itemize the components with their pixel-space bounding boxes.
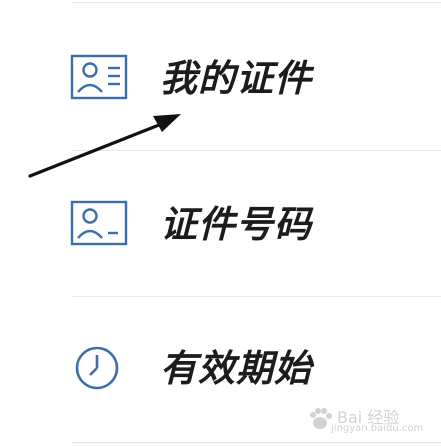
menu-item-id-number[interactable]: 证件号码 <box>0 196 441 256</box>
id-card-lines-icon <box>70 54 128 102</box>
divider <box>72 2 441 3</box>
id-card-dash-icon <box>70 200 128 248</box>
divider <box>72 442 441 443</box>
menu-item-valid-from[interactable]: 有效期始 <box>0 342 441 402</box>
menu-item-label: 有效期始 <box>160 346 312 390</box>
paw-icon <box>310 408 332 429</box>
divider <box>72 150 441 151</box>
watermark-url: jingyan.baidu.com <box>331 423 424 434</box>
watermark: Bai 经验 jingyan.baidu.com <box>301 404 423 438</box>
menu-item-my-documents[interactable]: 我的证件 <box>0 50 441 110</box>
divider <box>72 296 441 297</box>
menu-item-label: 我的证件 <box>160 56 312 100</box>
menu-item-label: 证件号码 <box>160 202 312 246</box>
settings-list: 我的证件 证件号码 有效期始 <box>0 0 441 446</box>
clock-icon <box>70 344 128 392</box>
